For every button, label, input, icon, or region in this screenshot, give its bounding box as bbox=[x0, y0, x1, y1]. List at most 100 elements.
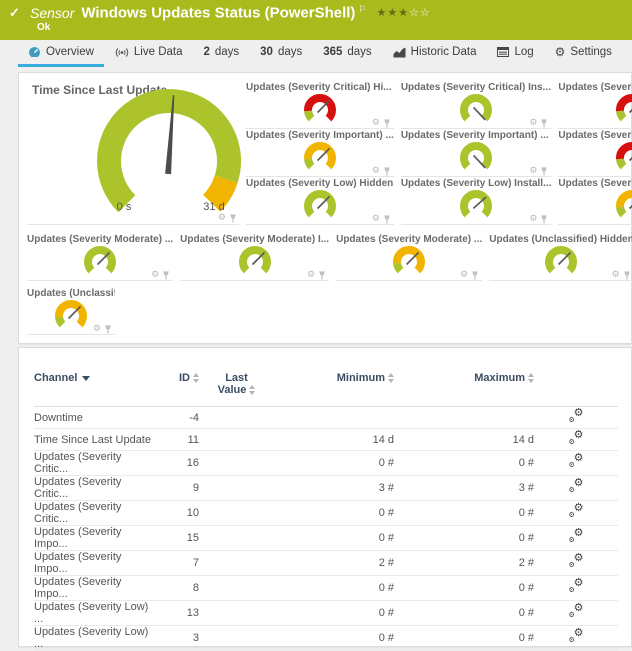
gear-icon[interactable]: ⚙ bbox=[529, 167, 537, 176]
channel-cell[interactable]: Updates (Severity Critic... bbox=[34, 476, 154, 501]
channel-settings-icon[interactable]: ⚙⚙ bbox=[569, 530, 584, 543]
channel-cell[interactable]: Downtime bbox=[34, 407, 154, 429]
flag-icon[interactable]: ⚐ bbox=[358, 4, 366, 14]
gauge-tile[interactable]: Updates (Severity Moderate) I...⚙ bbox=[180, 233, 329, 281]
col-header-minimum[interactable]: Minimum bbox=[274, 368, 394, 407]
gauge-tile[interactable]: Updates (Severity Low) Install...⚙ bbox=[401, 177, 552, 225]
col-header-maximum[interactable]: Maximum bbox=[394, 368, 534, 407]
channel-cell[interactable]: Updates (Severity Low) ... bbox=[34, 601, 154, 626]
pin-icon[interactable] bbox=[162, 271, 170, 280]
tab-365-days[interactable]: 365 days bbox=[313, 40, 381, 67]
pin-icon[interactable] bbox=[623, 271, 631, 280]
tab-historic-data[interactable]: Historic Data bbox=[383, 40, 487, 67]
page-title: Windows Updates Status (PowerShell) bbox=[81, 5, 355, 22]
pin-icon[interactable] bbox=[540, 119, 548, 128]
gauge-chart bbox=[459, 94, 493, 126]
gear-icon[interactable]: ⚙ bbox=[372, 215, 380, 224]
gear-icon[interactable]: ⚙ bbox=[151, 271, 159, 280]
col-header-channel[interactable]: Channel bbox=[34, 368, 154, 407]
gauge-tile[interactable]: Updates (Severity Critical) Mi...⚙ bbox=[558, 81, 632, 129]
gauge-chart bbox=[54, 300, 88, 332]
tab-log[interactable]: Log bbox=[487, 40, 543, 67]
pin-icon[interactable] bbox=[229, 214, 237, 223]
gauge-chart bbox=[459, 190, 493, 222]
channels-table: Channel ID Last Value Minimum Maximum Do… bbox=[34, 368, 618, 651]
gauge-tile[interactable]: Updates (Severity Low) Hidden⚙ bbox=[246, 177, 394, 225]
channel-settings-icon[interactable]: ⚙⚙ bbox=[569, 432, 584, 445]
channel-cell[interactable]: Updates (Severity Impo... bbox=[34, 551, 154, 576]
gauge-tile[interactable]: Updates (Severity Important) ...⚙ bbox=[401, 129, 552, 177]
gauge-tile[interactable]: Updates (Unclassified) Missing⚙ bbox=[27, 287, 115, 335]
gauge-tile[interactable]: Updates (Severity Important) ...⚙ bbox=[558, 129, 632, 177]
maximum-cell: 0 # bbox=[394, 601, 534, 626]
pin-icon[interactable] bbox=[540, 167, 548, 176]
pin-icon[interactable] bbox=[383, 119, 391, 128]
gear-icon[interactable]: ⚙ bbox=[372, 119, 380, 128]
pin-icon[interactable] bbox=[383, 215, 391, 224]
channel-settings-icon[interactable]: ⚙⚙ bbox=[569, 455, 584, 468]
sort-desc-icon bbox=[82, 376, 90, 381]
last-value-cell bbox=[199, 601, 274, 626]
gauge-channel-label: Updates (Severity Critical) Mi... bbox=[558, 82, 632, 94]
channel-settings-icon[interactable]: ⚙⚙ bbox=[569, 555, 584, 568]
gauge-chart bbox=[83, 246, 117, 278]
channel-cell[interactable]: Updates (Severity Critic... bbox=[34, 501, 154, 526]
gauge-tile[interactable]: Updates (Severity Moderate) ...⚙ bbox=[27, 233, 173, 281]
tab-30-days[interactable]: 30 days bbox=[250, 40, 312, 67]
gear-icon[interactable]: ⚙ bbox=[307, 271, 315, 280]
pin-icon[interactable] bbox=[540, 215, 548, 224]
small-gauge-row: Updates (Severity Moderate) ...⚙Updates … bbox=[27, 233, 495, 281]
channel-settings-icon[interactable]: ⚙⚙ bbox=[569, 480, 584, 493]
gauge-body bbox=[558, 94, 632, 131]
col-header-last-value[interactable]: Last Value bbox=[199, 368, 274, 407]
gauge-tile[interactable]: Updates (Unclassified) Hidden⚙ bbox=[489, 233, 632, 281]
channel-settings-icon[interactable]: ⚙⚙ bbox=[569, 605, 584, 618]
gear-icon[interactable]: ⚙ bbox=[612, 271, 620, 280]
last-value-cell bbox=[199, 626, 274, 651]
tab-settings[interactable]: ⚙ Settings bbox=[545, 40, 622, 67]
col-label: Last Value bbox=[218, 372, 248, 396]
gauge-max-label: 31 d bbox=[192, 201, 236, 213]
channel-cell[interactable]: Time Since Last Update bbox=[34, 429, 154, 451]
gauge-tile[interactable]: Updates (Severity Critical) Hi... ⚙ bbox=[246, 81, 394, 129]
gear-icon[interactable]: ⚙ bbox=[460, 271, 468, 280]
channel-cell[interactable]: Updates (Severity Impo... bbox=[34, 526, 154, 551]
col-header-id[interactable]: ID bbox=[154, 368, 199, 407]
tile-actions: ⚙ bbox=[529, 215, 548, 224]
gauge-channel-label: Updates (Severity Critical) Hi... bbox=[246, 82, 394, 94]
tab-live-data[interactable]: Live Data bbox=[105, 40, 193, 67]
channel-settings-icon[interactable]: ⚙⚙ bbox=[569, 630, 584, 643]
gear-icon[interactable]: ⚙ bbox=[372, 167, 380, 176]
id-cell: 3 bbox=[154, 626, 199, 651]
stars-empty[interactable]: ☆☆ bbox=[409, 7, 431, 19]
gauge-tile[interactable]: Updates (Severity Important) ...⚙ bbox=[246, 129, 394, 177]
pin-icon[interactable] bbox=[318, 271, 326, 280]
tab-overview[interactable]: Overview bbox=[18, 40, 104, 67]
channel-settings-icon[interactable]: ⚙⚙ bbox=[569, 505, 584, 518]
channel-cell[interactable]: Updates (Severity Critic... bbox=[34, 451, 154, 476]
pin-icon[interactable] bbox=[104, 325, 112, 334]
gauge-tile[interactable]: Updates (Severity Moderate) ...⚙ bbox=[336, 233, 482, 281]
main-gauge-tile[interactable]: Time Since Last Update 0 s 31 d ⚙ bbox=[27, 81, 239, 225]
broadcast-icon bbox=[115, 47, 129, 58]
pin-icon[interactable] bbox=[383, 167, 391, 176]
tile-actions: ⚙ bbox=[529, 119, 548, 128]
gauge-tile[interactable]: Updates (Severity Critical) Ins...⚙ bbox=[401, 81, 552, 129]
tile-actions: ⚙ bbox=[93, 325, 112, 334]
gear-icon[interactable]: ⚙ bbox=[93, 325, 101, 334]
channel-settings-icon[interactable]: ⚙⚙ bbox=[569, 580, 584, 593]
gauge-tile[interactable]: Updates (Severity Low) Missi...⚙ bbox=[558, 177, 632, 225]
stars-filled[interactable]: ★★★ bbox=[377, 7, 410, 19]
gear-icon[interactable]: ⚙ bbox=[529, 119, 537, 128]
gear-icon[interactable]: ⚙ bbox=[529, 215, 537, 224]
tile-actions: ⚙ bbox=[151, 271, 170, 280]
channels-panel: Channel ID Last Value Minimum Maximum Do… bbox=[18, 347, 632, 647]
tab-2-days[interactable]: 2 days bbox=[193, 40, 249, 67]
channel-cell[interactable]: Updates (Severity Impo... bbox=[34, 576, 154, 601]
pin-icon[interactable] bbox=[471, 271, 479, 280]
priority-stars[interactable]: ★★★☆☆ bbox=[377, 7, 431, 19]
channel-cell[interactable]: Updates (Severity Low) ... bbox=[34, 626, 154, 651]
minimum-cell: 3 # bbox=[274, 476, 394, 501]
channel-settings-icon[interactable]: ⚙⚙ bbox=[569, 410, 584, 423]
gear-icon[interactable]: ⚙ bbox=[218, 214, 226, 223]
